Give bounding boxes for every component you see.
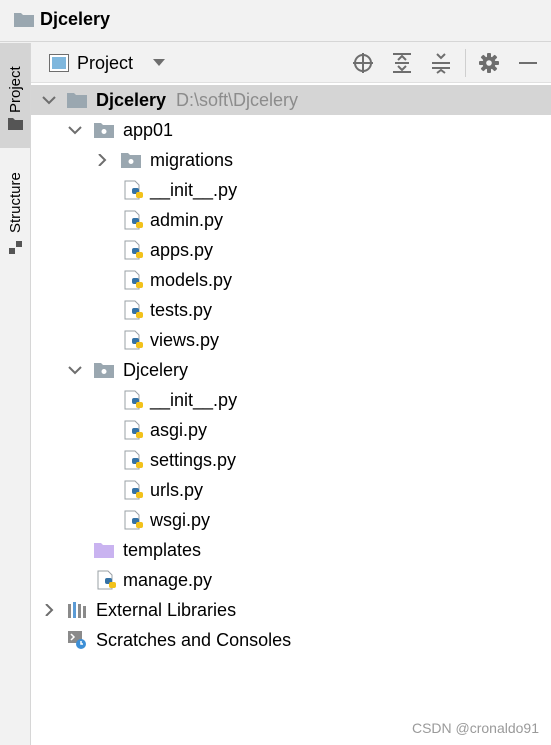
tree-file-app01-tests[interactable]: tests.py	[31, 295, 551, 325]
title-bar: Djcelery	[0, 0, 551, 42]
collapse-all-button[interactable]	[429, 51, 453, 75]
tab-project-label: Project	[7, 66, 24, 113]
folder-icon	[67, 93, 87, 108]
locate-button[interactable]	[351, 51, 375, 75]
locate-icon	[353, 53, 373, 73]
python-file-icon	[124, 240, 143, 260]
window-title: Djcelery	[40, 9, 111, 29]
tree-file-label: tests.py	[150, 300, 213, 320]
python-file-icon	[124, 480, 143, 500]
tree-file-djcelery-wsgi[interactable]: wsgi.py	[31, 505, 551, 535]
project-panel: Project Djcelery D:\soft\Djcelery app01 …	[31, 43, 551, 745]
watermark: CSDN @cronaldo91	[411, 720, 539, 736]
python-file-icon	[124, 210, 143, 230]
tree-item-app01-label: app01	[123, 120, 174, 140]
collapse-all-icon	[432, 53, 450, 74]
python-file-icon	[124, 510, 143, 530]
tree-item-external-libraries-label: External Libraries	[96, 600, 237, 620]
folder-icon	[14, 13, 34, 27]
python-file-icon	[124, 270, 143, 290]
python-file-icon	[124, 330, 143, 350]
tree-file-app01-views[interactable]: views.py	[31, 325, 551, 355]
tree-item-app01[interactable]: app01	[31, 115, 551, 145]
tree-file-label: models.py	[150, 270, 233, 290]
tree-file-app01-init[interactable]: __init__.py	[31, 175, 551, 205]
package-folder-icon	[94, 123, 114, 138]
python-file-icon	[124, 300, 143, 320]
tab-structure[interactable]: Structure	[0, 153, 30, 263]
tab-structure-label: Structure	[7, 172, 24, 233]
chevron-down-icon	[153, 59, 166, 66]
python-file-icon	[97, 570, 116, 590]
tree-file-label: __init__.py	[150, 180, 238, 200]
tab-project[interactable]: Project	[0, 43, 30, 148]
package-folder-icon	[94, 363, 114, 378]
minimize-button[interactable]	[516, 51, 540, 75]
minimize-icon	[519, 62, 537, 64]
tree-file-label: apps.py	[150, 240, 214, 260]
tree-item-djcelery-package[interactable]: Djcelery	[31, 355, 551, 385]
tree-file-app01-models[interactable]: models.py	[31, 265, 551, 295]
python-file-icon	[124, 420, 143, 440]
tree-item-templates-label: templates	[123, 540, 202, 560]
expand-all-icon	[393, 53, 411, 73]
scratches-icon	[68, 631, 86, 649]
tree-file-label: settings.py	[150, 450, 237, 470]
tree-item-djcelery-label: Djcelery	[123, 360, 189, 380]
gear-icon	[479, 53, 499, 73]
tool-window-strip: Project Structure	[0, 43, 31, 745]
tree-file-djcelery-init[interactable]: __init__.py	[31, 385, 551, 415]
tree-item-migrations-label: migrations	[150, 150, 234, 170]
library-icon	[68, 602, 86, 618]
tree-file-label: wsgi.py	[150, 510, 211, 530]
tree-file-manage[interactable]: manage.py	[31, 565, 551, 595]
package-folder-icon	[121, 153, 141, 168]
tree-file-label: __init__.py	[150, 390, 238, 410]
tree-item-root-path: D:\soft\Djcelery	[176, 90, 299, 110]
tree-file-djcelery-settings[interactable]: settings.py	[31, 445, 551, 475]
tree-file-label: asgi.py	[150, 420, 208, 440]
tree-item-templates[interactable]: templates	[31, 535, 551, 565]
tree-file-app01-admin[interactable]: admin.py	[31, 205, 551, 235]
settings-button[interactable]	[477, 51, 501, 75]
chevron-down-icon[interactable]	[68, 364, 82, 376]
chevron-right-icon[interactable]	[42, 604, 56, 616]
tree-item-scratches-label: Scratches and Consoles	[96, 630, 292, 650]
tree-item-migrations[interactable]: migrations	[31, 145, 551, 175]
folder-icon	[8, 118, 23, 130]
tree-item-root-label: Djcelery	[96, 90, 167, 110]
chevron-down-icon[interactable]	[42, 94, 56, 106]
python-file-icon	[124, 390, 143, 410]
view-selector[interactable]: Project	[49, 52, 166, 74]
tree-file-label: urls.py	[150, 480, 204, 500]
panel-toolbar: Project	[31, 43, 551, 83]
tree-file-djcelery-urls[interactable]: urls.py	[31, 475, 551, 505]
tree-file-label: admin.py	[150, 210, 224, 230]
tree-item-scratches[interactable]: Scratches and Consoles	[31, 625, 551, 655]
tree-item-root[interactable]: Djcelery D:\soft\Djcelery	[31, 85, 551, 115]
toolbar-divider	[465, 49, 466, 77]
project-view-icon	[49, 54, 69, 72]
tree-item-external-libraries[interactable]: External Libraries	[31, 595, 551, 625]
view-selector-label: Project	[77, 52, 134, 73]
expand-all-button[interactable]	[390, 51, 414, 75]
templates-folder-icon	[94, 543, 114, 558]
tree-file-djcelery-asgi[interactable]: asgi.py	[31, 415, 551, 445]
tree-file-label: manage.py	[123, 570, 213, 590]
chevron-down-icon[interactable]	[68, 124, 82, 136]
structure-icon	[9, 241, 22, 254]
python-file-icon	[124, 450, 143, 470]
tree-file-label: views.py	[150, 330, 220, 350]
tree-file-app01-apps[interactable]: apps.py	[31, 235, 551, 265]
python-file-icon	[124, 180, 143, 200]
chevron-right-icon[interactable]	[95, 154, 109, 166]
